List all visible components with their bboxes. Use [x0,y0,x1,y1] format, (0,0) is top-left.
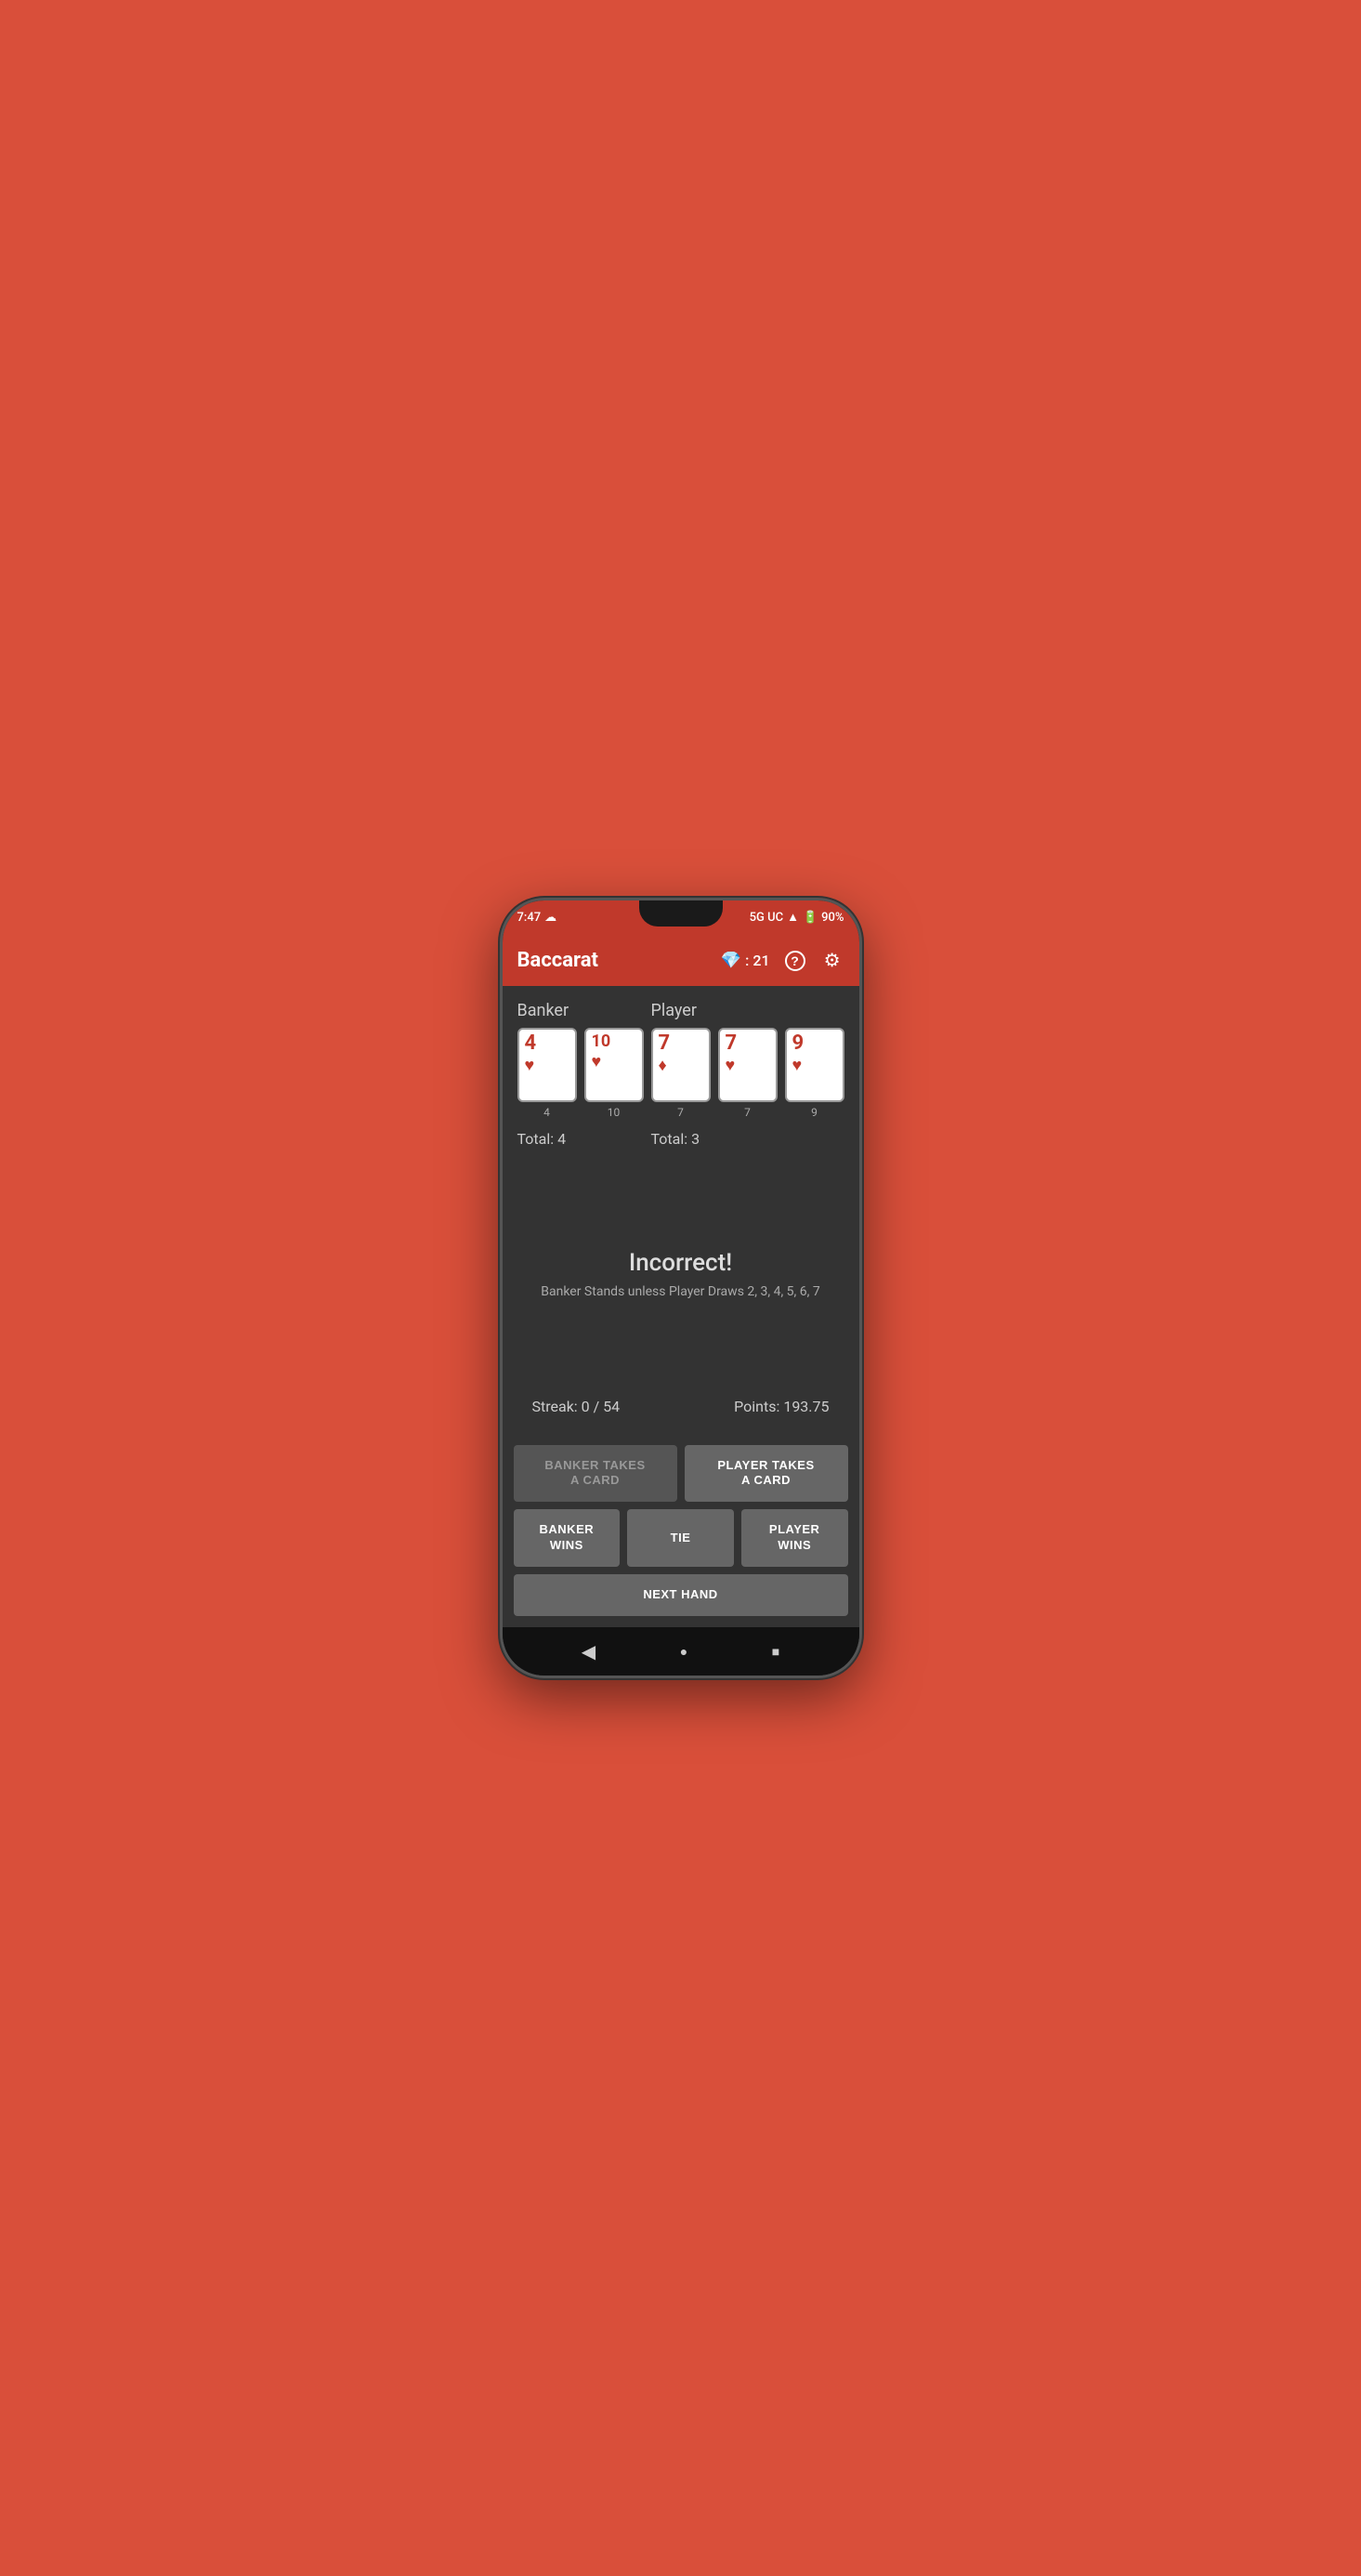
stats-row: Streak: 0 / 54 Points: 193.75 [517,1390,844,1423]
app-bar: Baccarat 💎 : 21 ? ⚙ [503,934,859,986]
buttons-area: BANKER TAKESA CARD PLAYER TAKESA CARD BA… [503,1438,859,1627]
gem-icon: 💎 [721,951,741,970]
gem-separator: : [745,952,749,969]
player-card-3-suit: ♥ [792,1056,803,1075]
settings-button[interactable]: ⚙ [820,945,844,976]
battery-percent: 90% [821,911,844,925]
player-card-3-value: 9 [792,1033,805,1054]
banker-hand: Banker 4 ♥ 4 10 ♥ [517,1001,644,1148]
weather-icon: ☁ [544,911,556,925]
player-card-2-suit: ♥ [726,1056,736,1075]
next-hand-button[interactable]: NEXT HAND [514,1574,848,1616]
player-card-3-label: 9 [811,1106,818,1119]
main-content: Banker 4 ♥ 4 10 ♥ [503,986,859,1676]
banker-cards-row: 4 ♥ 4 10 ♥ 10 [517,1028,644,1119]
tie-button[interactable]: TIE [627,1509,734,1567]
nav-recent-icon[interactable]: ■ [772,1644,779,1660]
banker-card-1-value: 4 [525,1033,537,1054]
network-indicator: 5G UC [750,911,783,925]
wins-row: BANKERWINS TIE PLAYERWINS [514,1509,848,1567]
banker-card-2: 10 ♥ [584,1028,644,1102]
gem-display: 💎 : 21 [721,951,770,970]
message-subtitle: Banker Stands unless Player Draws 2, 3, … [541,1284,819,1299]
player-wins-button[interactable]: PLAYERWINS [741,1509,848,1567]
player-card-1-value: 7 [659,1033,671,1054]
help-icon: ? [785,951,805,971]
phone-frame: 7:47 ☁ 5G UC ▲ 🔋 90% Baccarat 💎 : 21 ? ⚙ [500,898,862,1678]
banker-wins-button[interactable]: BANKERWINS [514,1509,621,1567]
player-card-1: 7 ♦ [651,1028,711,1102]
banker-card-1-label: 4 [543,1106,550,1119]
banker-card-2-value: 10 [592,1033,611,1050]
status-right: 5G UC ▲ 🔋 90% [750,910,844,925]
player-card-1-suit: ♦ [659,1056,667,1075]
app-bar-actions: 💎 : 21 ? ⚙ [721,945,844,976]
gem-count: 21 [752,952,769,969]
app-title: Baccarat [517,949,598,972]
player-card-2-col: 7 ♥ 7 [718,1028,778,1119]
player-hand: Player 7 ♦ 7 7 ♥ [651,1001,844,1148]
banker-card-2-suit: ♥ [592,1052,602,1071]
takes-card-row: BANKER TAKESA CARD PLAYER TAKESA CARD [514,1445,848,1503]
points-stat: Points: 193.75 [734,1398,829,1415]
nav-back-icon[interactable]: ◀ [582,1640,595,1663]
player-takes-card-button[interactable]: PLAYER TAKESA CARD [685,1445,848,1503]
banker-label: Banker [517,1001,644,1020]
game-area: Banker 4 ♥ 4 10 ♥ [503,986,859,1438]
player-card-2-value: 7 [726,1033,738,1054]
player-card-1-label: 7 [677,1106,684,1119]
next-hand-row: NEXT HAND [514,1574,848,1616]
streak-stat: Streak: 0 / 54 [532,1398,621,1415]
nav-bar: ◀ ● ■ [503,1627,859,1676]
banker-total: Total: 4 [517,1130,644,1148]
status-bar: 7:47 ☁ 5G UC ▲ 🔋 90% [503,900,859,934]
signal-icon: ▲ [787,910,799,925]
player-cards-row: 7 ♦ 7 7 ♥ 7 [651,1028,844,1119]
gear-icon: ⚙ [824,951,841,971]
banker-card-1-col: 4 ♥ 4 [517,1028,577,1119]
notch [639,900,723,927]
hands-row: Banker 4 ♥ 4 10 ♥ [517,1001,844,1148]
message-title: Incorrect! [629,1249,732,1277]
player-card-2: 7 ♥ [718,1028,778,1102]
player-total: Total: 3 [651,1130,844,1148]
player-card-3: 9 ♥ [785,1028,844,1102]
player-card-1-col: 7 ♦ 7 [651,1028,711,1119]
banker-card-2-label: 10 [608,1106,621,1119]
status-left: 7:47 ☁ [517,911,557,925]
battery-icon: 🔋 [803,911,818,925]
banker-takes-card-button[interactable]: BANKER TAKESA CARD [514,1445,677,1503]
banker-card-1: 4 ♥ [517,1028,577,1102]
banker-card-1-suit: ♥ [525,1056,535,1075]
player-card-3-col: 9 ♥ 9 [785,1028,844,1119]
player-label: Player [651,1001,844,1020]
message-area: Incorrect! Banker Stands unless Player D… [517,1159,844,1390]
help-button[interactable]: ? [781,946,809,975]
banker-card-2-col: 10 ♥ 10 [584,1028,644,1119]
nav-home-icon[interactable]: ● [680,1644,687,1660]
status-time: 7:47 [517,911,542,925]
player-card-2-label: 7 [744,1106,751,1119]
